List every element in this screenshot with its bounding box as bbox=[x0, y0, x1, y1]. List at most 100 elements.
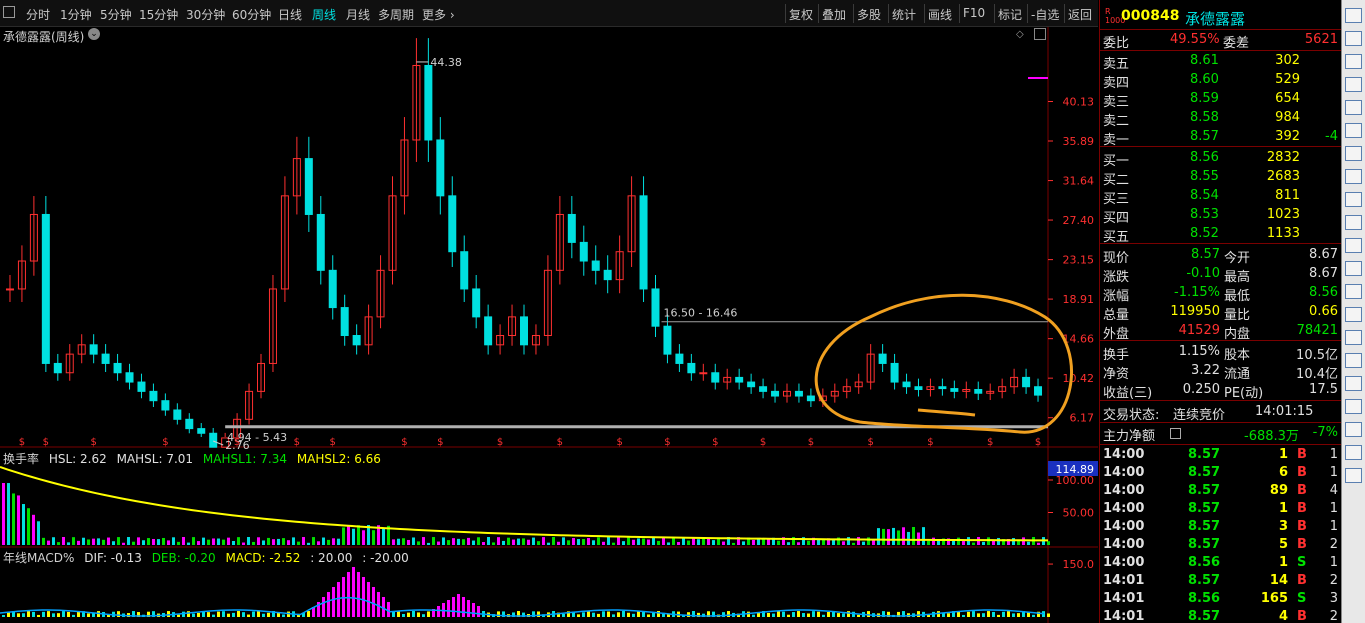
fs-icon[interactable] bbox=[1345, 422, 1362, 437]
ask-price: 8.57 bbox=[1190, 129, 1219, 144]
turnover-bar bbox=[282, 538, 285, 545]
toolbar-separator bbox=[853, 4, 854, 23]
tick-volume: 3 bbox=[1278, 519, 1288, 534]
turnover-bar bbox=[342, 527, 345, 545]
macd-bar bbox=[17, 613, 20, 617]
macd-bar bbox=[322, 597, 325, 617]
main-net-label: 主力净额 bbox=[1103, 429, 1156, 444]
doc-icon[interactable] bbox=[1345, 77, 1362, 92]
tick-volume: 4 bbox=[1278, 609, 1288, 623]
turnover-bar bbox=[872, 540, 875, 545]
tab-period-4[interactable]: 30分钟 bbox=[186, 6, 225, 23]
bid-volume: 2832 bbox=[1266, 150, 1300, 165]
list-icon[interactable] bbox=[1345, 100, 1362, 115]
dividend-marker: $ bbox=[437, 437, 443, 448]
turnover-bar bbox=[532, 537, 535, 545]
tool-button-0[interactable]: 复权 bbox=[789, 6, 813, 23]
tab-period-0[interactable]: 分时 bbox=[26, 6, 50, 23]
page-icon[interactable] bbox=[1345, 192, 1362, 207]
macd-bar bbox=[237, 611, 240, 617]
tab-period-10[interactable]: 更多 › bbox=[422, 6, 455, 23]
up-arrow-icon[interactable] bbox=[1345, 31, 1362, 46]
ask-price: 8.61 bbox=[1190, 53, 1219, 68]
weicha-label: 委差 bbox=[1223, 36, 1250, 51]
turnover-bar bbox=[637, 538, 640, 545]
rsi-icon[interactable] bbox=[1345, 353, 1362, 368]
candle-body bbox=[651, 288, 660, 327]
info-icon[interactable] bbox=[1345, 238, 1362, 253]
macd-bar bbox=[117, 611, 120, 617]
tab-period-8[interactable]: 月线 bbox=[346, 6, 370, 23]
k-icon[interactable] bbox=[1345, 330, 1362, 345]
fiz-icon[interactable] bbox=[1345, 261, 1362, 276]
candle-body bbox=[675, 353, 684, 364]
candle-body bbox=[735, 376, 744, 383]
tool-button-1[interactable]: 叠加 bbox=[822, 6, 846, 23]
more-icon[interactable] bbox=[1345, 284, 1362, 299]
stock-header: R 1000 000848 承德露露 bbox=[1100, 7, 1342, 29]
tab-period-2[interactable]: 5分钟 bbox=[100, 6, 132, 23]
candle-body bbox=[639, 195, 648, 290]
tab-period-9[interactable]: 多周期 bbox=[378, 6, 414, 23]
tool-button-4[interactable]: 画线 bbox=[928, 6, 952, 23]
macd-bar bbox=[37, 614, 40, 617]
macd-bar bbox=[402, 613, 405, 617]
macd-bar bbox=[42, 611, 45, 617]
turnover-bar bbox=[452, 538, 455, 545]
macd-bar bbox=[452, 597, 455, 617]
tab-period-3[interactable]: 15分钟 bbox=[139, 6, 178, 23]
down-arrow-icon[interactable] bbox=[1345, 54, 1362, 69]
turnover-bar bbox=[47, 540, 50, 545]
turnover-bar bbox=[697, 539, 700, 545]
turnover-bar bbox=[432, 537, 435, 545]
window-icon[interactable] bbox=[3, 6, 15, 18]
help-icon[interactable] bbox=[1345, 8, 1362, 23]
tool-button-5[interactable]: F10 bbox=[963, 6, 985, 20]
tab-period-1[interactable]: 1分钟 bbox=[60, 6, 92, 23]
macd-bar bbox=[222, 611, 225, 617]
turnover-bar bbox=[292, 537, 295, 545]
tab-period-6[interactable]: 日线 bbox=[278, 6, 302, 23]
macd-bar bbox=[947, 613, 950, 617]
turnover-bar bbox=[692, 537, 695, 545]
rate-icon[interactable] bbox=[1345, 468, 1362, 483]
turnover-bar bbox=[552, 537, 555, 545]
tick-volume: 5 bbox=[1278, 537, 1288, 552]
turnover-bar bbox=[707, 538, 710, 545]
turnover-bar bbox=[622, 541, 625, 545]
tool-button-3[interactable]: 统计 bbox=[892, 6, 916, 23]
tick-row: 14:00 8.57 3 B 1 bbox=[1100, 518, 1342, 537]
candle-body bbox=[794, 390, 803, 397]
tool-button-8[interactable]: 返回 bbox=[1068, 6, 1092, 23]
tab-period-5[interactable]: 60分钟 bbox=[232, 6, 271, 23]
turnover-bar bbox=[927, 540, 930, 545]
f-icon[interactable] bbox=[1345, 445, 1362, 460]
macd-bar bbox=[467, 600, 470, 617]
macd-bar bbox=[392, 611, 395, 617]
f10-icon[interactable] bbox=[1345, 215, 1362, 230]
zoom-icon[interactable] bbox=[1345, 307, 1362, 322]
macd-bar bbox=[247, 614, 250, 617]
tick-price: 8.57 bbox=[1188, 465, 1221, 480]
tick-volume: 165 bbox=[1260, 591, 1288, 606]
tool-button-2[interactable]: 多股 bbox=[857, 6, 881, 23]
trend-icon[interactable] bbox=[1345, 169, 1362, 184]
turnover-bar bbox=[412, 537, 415, 545]
turnover-bar bbox=[932, 537, 935, 545]
dividend-marker: $ bbox=[162, 437, 168, 448]
candle-body bbox=[806, 395, 815, 402]
turnover-bar bbox=[212, 538, 215, 545]
tool-button-6[interactable]: 标记 bbox=[998, 6, 1022, 23]
chart-icon[interactable] bbox=[1345, 146, 1362, 161]
macd-bar bbox=[1002, 611, 1005, 617]
candle-body bbox=[5, 288, 14, 291]
macd-bar bbox=[372, 587, 375, 617]
turnover-bar bbox=[702, 538, 705, 545]
macd-bar bbox=[987, 611, 990, 617]
move-icon[interactable] bbox=[1345, 376, 1362, 391]
wave-icon[interactable] bbox=[1345, 399, 1362, 414]
tab-period-7[interactable]: 周线 bbox=[312, 6, 336, 23]
grid-icon[interactable] bbox=[1345, 123, 1362, 138]
menu-icon[interactable] bbox=[1170, 428, 1181, 439]
tool-button-7[interactable]: -自选 bbox=[1031, 6, 1059, 23]
